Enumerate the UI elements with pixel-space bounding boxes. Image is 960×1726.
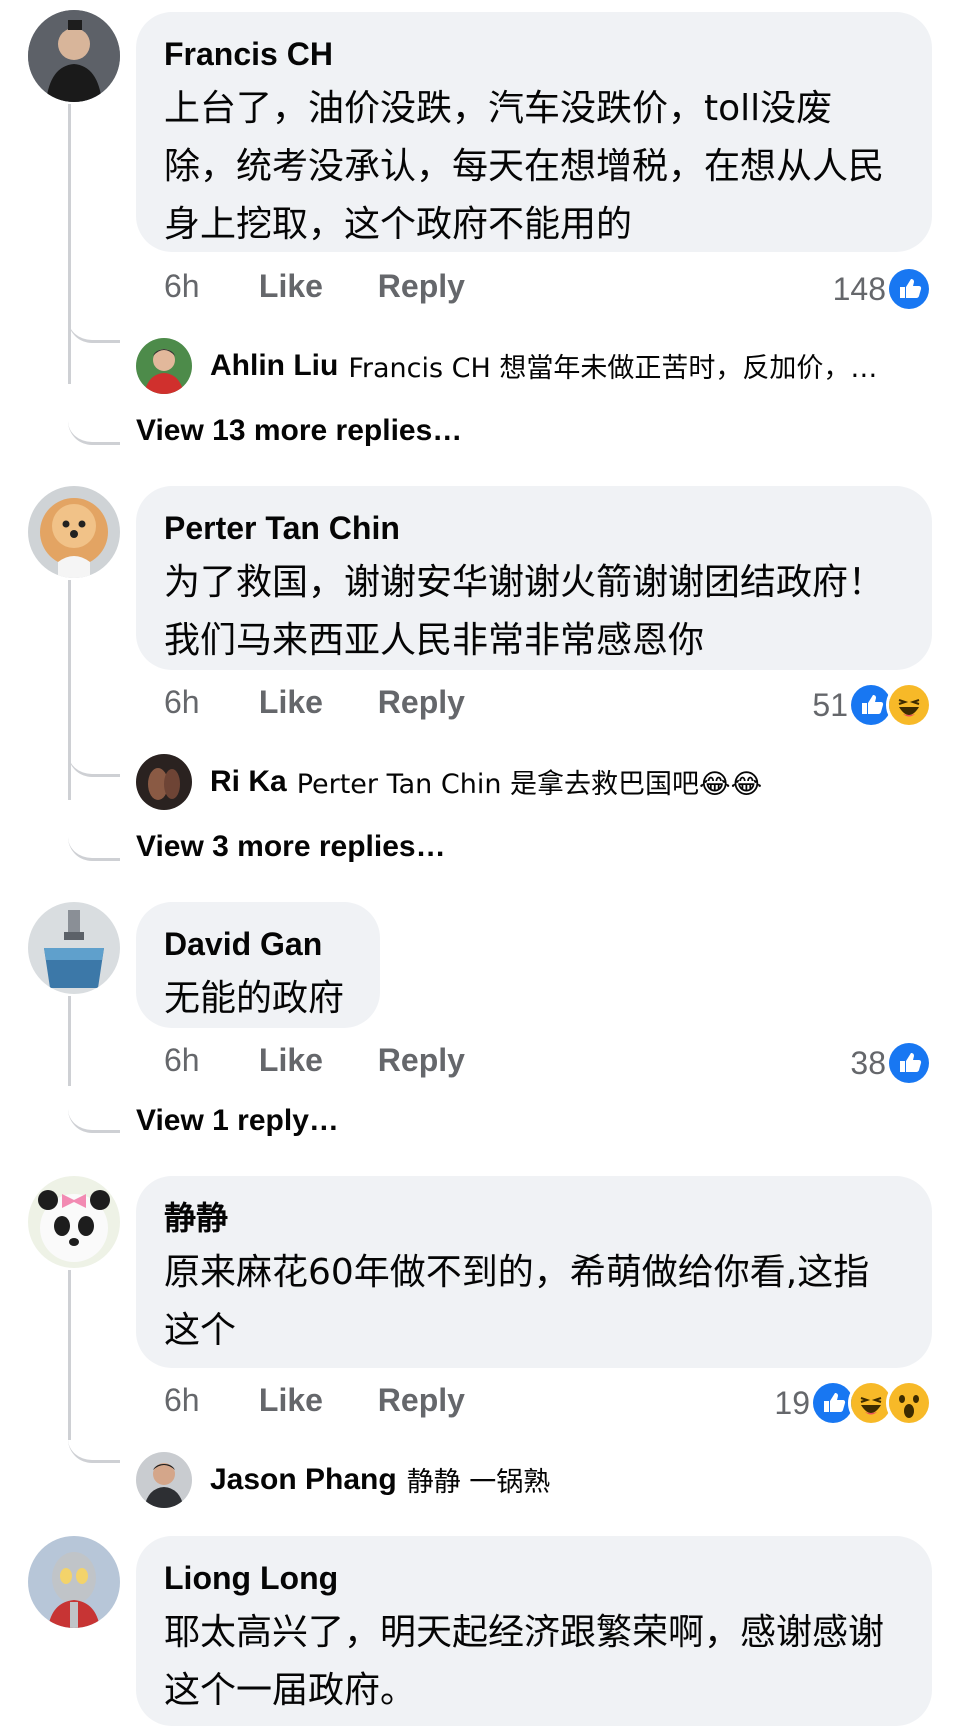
reaction-count: 38 [850,1044,886,1081]
comment-text: 耶太高兴了，明天起经济跟繁荣啊，感谢感谢这个一届政府。 [164,1612,885,1711]
avatar[interactable] [28,1176,120,1268]
reaction-count: 148 [832,270,886,307]
reaction-summary[interactable]: 38 [850,1040,932,1086]
thread-connector [68,390,120,445]
thread-line [68,580,71,800]
comment-actions: 6h Like Reply [164,268,465,305]
like-button[interactable]: Like [259,1042,369,1079]
like-button[interactable]: Like [259,1382,369,1419]
reply-text: 静静 一锅熟 [406,1467,551,1498]
reply-author[interactable]: Ri Ka [210,765,287,799]
avatar[interactable] [28,1536,120,1628]
reply-preview[interactable]: Jason Phang 静静 一锅熟 [210,1460,550,1499]
comment-bubble: Liong Long 耶太高兴了，明天起经济跟繁荣啊，感谢感谢这个一届政府。 [136,1536,932,1726]
view-more-replies-button[interactable]: View 1 reply… [136,1104,339,1138]
comment-text: 上台了，油价没跌，汽车没跌价，toll没废除，统考没承认，每天在想增税，在想从人… [164,88,885,245]
avatar[interactable] [136,338,192,394]
view-more-replies-button[interactable]: View 13 more replies… [136,414,462,448]
thread-connector [68,1072,120,1133]
reply-button[interactable]: Reply [378,684,465,721]
avatar[interactable] [136,754,192,810]
comment-author[interactable]: 静静 [164,1198,904,1238]
reply-button[interactable]: Reply [378,1382,465,1419]
reply-author[interactable]: Jason Phang [210,1463,397,1497]
comment-time[interactable]: 6h [164,1042,250,1079]
reaction-summary[interactable]: 19 [774,1380,932,1426]
comment-author[interactable]: Liong Long [164,1558,904,1598]
reply-text: Perter Tan Chin 是拿去救巴国吧😂😂 [296,769,763,800]
comment-actions: 6h Like Reply [164,1382,465,1419]
reaction-summary[interactable]: 51 [812,682,932,728]
comment-text: 无能的政府 [164,978,345,1019]
comment-bubble: Francis CH 上台了，油价没跌，汽车没跌价，toll没废除，统考没承认，… [136,12,932,252]
comment-time[interactable]: 6h [164,268,250,305]
avatar[interactable] [28,902,120,994]
comment-bubble: David Gan 无能的政府 [136,902,380,1028]
avatar[interactable] [28,486,120,578]
comment-text: 原来麻花60年做不到的，希萌做给你看,这指这个 [164,1252,870,1351]
reply-button[interactable]: Reply [378,1042,465,1079]
comment-bubble: 静静 原来麻花60年做不到的，希萌做给你看,这指这个 [136,1176,932,1368]
like-button[interactable]: Like [259,268,369,305]
wow-icon [886,1380,932,1426]
view-more-replies-button[interactable]: View 3 more replies… [136,830,446,864]
comment-text: 为了救国，谢谢安华谢谢火箭谢谢团结政府！我们马来西亚人民非常非常感恩你 [164,562,885,661]
reply-author[interactable]: Ahlin Liu [210,349,338,383]
comment-author[interactable]: Francis CH [164,34,904,74]
reaction-count: 51 [812,686,848,723]
comment-actions: 6h Like Reply [164,684,465,721]
thread-connector [68,310,120,343]
thread-connector [68,744,120,777]
thread-connector [68,800,120,861]
reply-button[interactable]: Reply [378,268,465,305]
reply-preview[interactable]: Ahlin Liu Francis CH 想當年未做正苦时，反加价，… [210,346,877,385]
avatar[interactable] [136,1452,192,1508]
thread-line [68,104,71,384]
thread-connector [68,1400,120,1463]
avatar[interactable] [28,10,120,102]
haha-icon [886,682,932,728]
comment-actions: 6h Like Reply [164,1042,465,1079]
comment-author[interactable]: Perter Tan Chin [164,508,904,548]
reaction-count: 19 [774,1384,810,1421]
like-icon [886,1040,932,1086]
reply-text: Francis CH 想當年未做正苦时，反加价，… [348,353,878,384]
comment-time[interactable]: 6h [164,1382,250,1419]
comment-time[interactable]: 6h [164,684,250,721]
comment-bubble: Perter Tan Chin 为了救国，谢谢安华谢谢火箭谢谢团结政府！我们马来… [136,486,932,670]
like-button[interactable]: Like [259,684,369,721]
reaction-summary[interactable]: 148 [833,266,932,312]
like-icon [886,266,932,312]
comment-author[interactable]: David Gan [164,924,352,964]
reply-preview[interactable]: Ri Ka Perter Tan Chin 是拿去救巴国吧😂😂 [210,762,762,801]
